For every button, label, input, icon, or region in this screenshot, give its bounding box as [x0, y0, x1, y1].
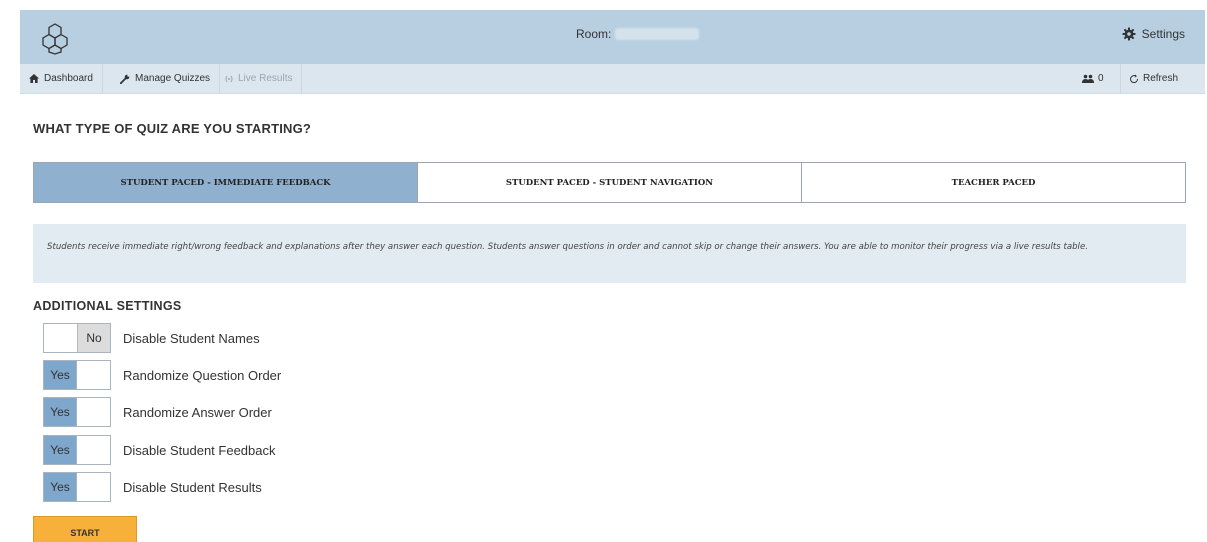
setting-label: Disable Student Feedback — [123, 442, 276, 458]
home-icon — [29, 74, 39, 83]
tab-student-paced-student-navigation[interactable]: STUDENT PACED - STUDENT NAVIGATION — [418, 163, 802, 202]
disable-student-names-toggle[interactable]: No — [43, 323, 111, 353]
refresh-label: Refresh — [1143, 73, 1179, 84]
room-name-redacted — [615, 28, 700, 40]
toggle-knob — [77, 473, 110, 501]
setting-randomize-question-order: Yes Randomize Question Order — [43, 360, 281, 390]
nav-dashboard[interactable]: Dashboard — [20, 64, 103, 93]
disable-student-feedback-toggle[interactable]: Yes — [43, 435, 111, 465]
randomize-question-order-toggle[interactable]: Yes — [43, 360, 111, 390]
users-icon — [1082, 74, 1094, 83]
settings-label: Settings — [1141, 27, 1185, 41]
nav-manage-quizzes[interactable]: Manage Quizzes — [111, 64, 221, 93]
nav-live-results[interactable]: Live Results — [216, 64, 303, 93]
tab-teacher-paced[interactable]: TEACHER PACED — [802, 163, 1185, 202]
additional-settings-heading: ADDITIONAL SETTINGS — [33, 299, 182, 313]
setting-disable-student-results: Yes Disable Student Results — [43, 472, 262, 502]
start-button[interactable]: START — [33, 516, 137, 542]
nav-manage-quizzes-label: Manage Quizzes — [135, 73, 211, 84]
toggle-knob — [77, 398, 110, 426]
nav-live-results-label: Live Results — [238, 73, 293, 84]
page-title: WHAT TYPE OF QUIZ ARE YOU STARTING? — [33, 121, 312, 136]
gear-icon — [1122, 27, 1136, 41]
setting-label: Disable Student Names — [123, 330, 260, 346]
toggle-knob — [77, 436, 110, 464]
wrench-icon — [120, 74, 130, 84]
setting-disable-student-names: No Disable Student Names — [43, 323, 260, 353]
room-label: Room: — [576, 27, 612, 41]
toggle-value: Yes — [44, 473, 77, 501]
quiz-type-description: Students receive immediate right/wrong f… — [33, 224, 1186, 283]
toggle-knob — [77, 361, 110, 389]
top-bar: Room: Settings — [20, 10, 1205, 64]
refresh-button[interactable]: Refresh — [1120, 64, 1178, 93]
toggle-value: Yes — [44, 361, 77, 389]
toggle-value: Yes — [44, 436, 77, 464]
refresh-icon — [1130, 74, 1139, 83]
settings-button[interactable]: Settings — [1122, 27, 1185, 41]
nav-bar: Dashboard Manage Quizzes Live Results 0 … — [20, 64, 1205, 94]
logo-icon[interactable] — [38, 21, 72, 55]
setting-disable-student-feedback: Yes Disable Student Feedback — [43, 435, 275, 465]
setting-label: Randomize Question Order — [123, 367, 282, 383]
broadcast-icon — [225, 75, 233, 82]
setting-label: Disable Student Results — [123, 479, 262, 495]
room-indicator: Room: — [576, 27, 700, 41]
tab-student-paced-immediate-feedback[interactable]: STUDENT PACED - IMMEDIATE FEEDBACK — [34, 163, 418, 202]
setting-label: Randomize Answer Order — [123, 404, 272, 420]
quiz-type-tabs: STUDENT PACED - IMMEDIATE FEEDBACK STUDE… — [33, 162, 1186, 203]
randomize-answer-order-toggle[interactable]: Yes — [43, 397, 111, 427]
nav-dashboard-label: Dashboard — [44, 73, 93, 84]
disable-student-results-toggle[interactable]: Yes — [43, 472, 111, 502]
toggle-value: No — [77, 324, 110, 352]
student-count: 0 — [1082, 64, 1104, 93]
toggle-value: Yes — [44, 398, 77, 426]
student-count-value: 0 — [1098, 73, 1104, 84]
toggle-knob — [44, 324, 77, 352]
setting-randomize-answer-order: Yes Randomize Answer Order — [43, 397, 272, 427]
